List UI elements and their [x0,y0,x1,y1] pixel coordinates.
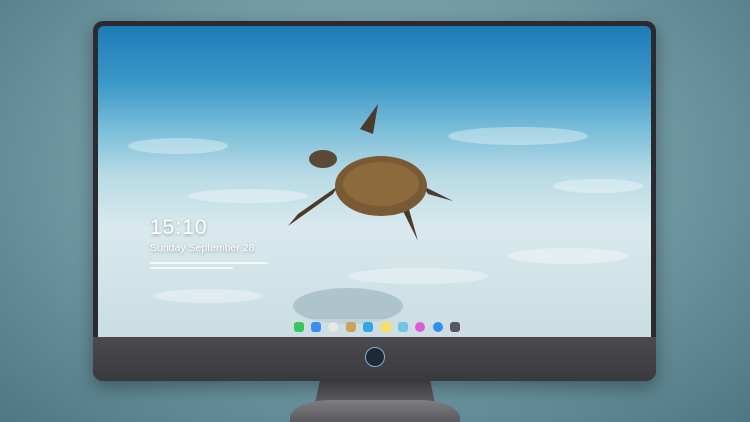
preview-icon[interactable] [345,322,356,332]
claquette-icon[interactable] [363,322,374,332]
photos-icon[interactable] [398,322,409,332]
monitor-chin [93,337,656,381]
safari-icon[interactable] [328,322,339,332]
brand-logo-icon [365,347,385,367]
notes-icon[interactable] [380,322,391,332]
imac-monitor: 15:10 Sunday September 28 [93,21,656,381]
desktop-screen: 15:10 Sunday September 28 [98,26,651,337]
monitor-stand-base [290,400,460,422]
itunes-icon[interactable] [415,322,426,332]
finder-icon[interactable] [311,322,322,332]
turtle-illustration [288,104,453,241]
lock-screen-date: Sunday September 28 [150,242,255,254]
wallpaper-sea-turtle [128,104,643,324]
notification-preview [150,262,268,272]
messages-icon[interactable] [293,322,304,332]
dock [286,319,468,335]
camera-icon[interactable] [450,322,461,332]
app-store-icon[interactable] [432,322,443,332]
lock-screen-time: 15:10 [150,216,208,239]
